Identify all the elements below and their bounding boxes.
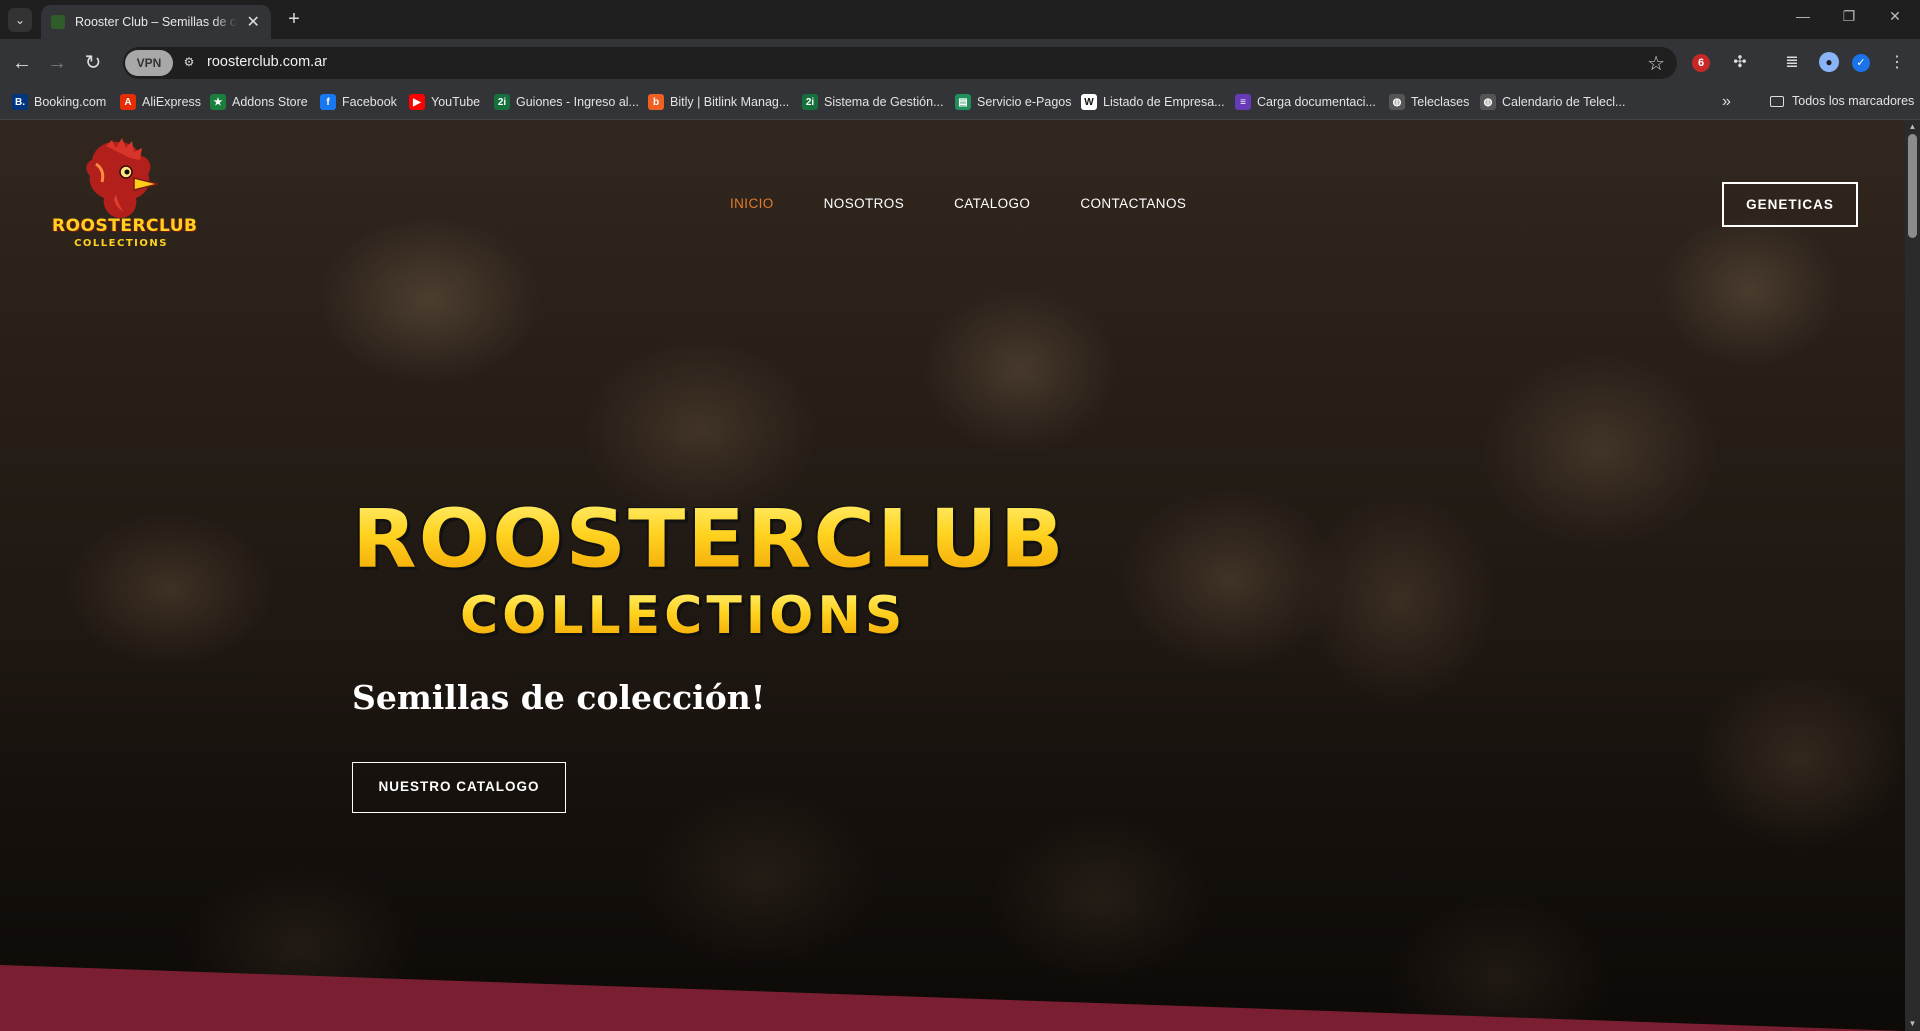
bookmarks-bar: B. Booking.com A AliExpress ★ Addons Store f Fa…: [0, 86, 1920, 120]
hero-logo-title: ROOSTERCLUB: [352, 492, 1066, 586]
section-divider-wedge: [0, 965, 1905, 1031]
menu-kebab-icon[interactable]: ⋮: [1886, 52, 1908, 74]
bookmark-1[interactable]: B. Booking.com: [12, 94, 106, 110]
bookmark-star-icon[interactable]: ☆: [1647, 51, 1665, 76]
bookmark-label: Teleclases: [1411, 95, 1470, 109]
extension-badge-icon[interactable]: 6: [1692, 54, 1710, 72]
extensions-icon[interactable]: ✣: [1729, 52, 1751, 74]
page-viewport: ROOSTERCLUB COLLECTIONS INICIO NOSOTROS …: [0, 120, 1905, 1031]
folder-icon: [1770, 95, 1784, 107]
bookmark-3[interactable]: ★ Addons Store: [210, 94, 308, 110]
back-button[interactable]: ←: [9, 50, 35, 76]
reload-button[interactable]: ↻: [80, 50, 106, 76]
hero-logo-subtitle: COLLECTIONS: [460, 586, 907, 646]
addons-store-icon: ★: [210, 94, 226, 110]
bookmark-5[interactable]: ▶ YouTube: [409, 94, 480, 110]
scroll-down-arrow-icon[interactable]: ▼: [1907, 1019, 1918, 1029]
bookmark-4[interactable]: f Facebook: [320, 94, 397, 110]
vpn-badge[interactable]: VPN: [125, 50, 173, 76]
all-bookmarks-label: Todos los marcadores: [1792, 94, 1915, 108]
aliexpress-icon: A: [120, 94, 136, 110]
bookmark-7[interactable]: b Bitly | Bitlink Manag...: [648, 94, 789, 110]
bitly-icon: b: [648, 94, 664, 110]
bookmark-label: Sistema de Gestión...: [824, 95, 944, 109]
bookmark-label: Booking.com: [34, 95, 107, 109]
booking-icon: B.: [12, 94, 28, 110]
bookmark-label: Listado de Empresa...: [1103, 95, 1225, 109]
profile-avatar-icon[interactable]: ●: [1819, 52, 1839, 72]
close-window-button[interactable]: ✕: [1872, 8, 1918, 25]
hero-tagline: Semillas de colección!: [352, 678, 766, 717]
tab-strip: ⌄ Rooster Club – Semillas de colección ✕…: [0, 0, 1920, 39]
restore-button[interactable]: ❐: [1826, 8, 1872, 25]
nuestro-catalogo-button[interactable]: NUESTRO CATALOGO: [352, 762, 566, 813]
new-tab-button[interactable]: +: [283, 8, 305, 30]
nav-link-inicio[interactable]: INICIO: [730, 196, 774, 211]
nav-link-contactanos[interactable]: CONTACTANOS: [1080, 196, 1186, 211]
page-scrollbar[interactable]: ▲ ▼: [1905, 120, 1920, 1031]
scrollbar-thumb[interactable]: [1908, 134, 1917, 238]
guiones-icon: 2i: [494, 94, 510, 110]
nav-link-nosotros[interactable]: NOSOTROS: [824, 196, 904, 211]
bookmark-label: Addons Store: [232, 95, 308, 109]
forms-icon: ≡: [1235, 94, 1251, 110]
bookmark-label: Guiones - Ingreso al...: [516, 95, 639, 109]
browser-toolbar: ← → ↻ VPN ⚙ roosterclub.com.ar ☆ 6 ✣ ≣ ●…: [0, 39, 1920, 86]
minimize-button[interactable]: —: [1780, 8, 1826, 24]
tab-search-button[interactable]: ⌄: [8, 8, 32, 32]
bookmark-12[interactable]: ◍ Teleclases: [1389, 94, 1469, 110]
close-tab-icon[interactable]: ✕: [246, 12, 261, 32]
bookmark-label: AliExpress: [142, 95, 202, 109]
active-tab[interactable]: Rooster Club – Semillas de colección ✕: [41, 5, 271, 39]
media-control-icon[interactable]: ≣: [1781, 52, 1803, 74]
globe-icon: ◍: [1389, 94, 1405, 110]
hero-logo: ROOSTERCLUB COLLECTIONS: [352, 490, 1064, 660]
rooster-logo-icon: [86, 138, 159, 218]
bookmark-label: Bitly | Bitlink Manag...: [670, 95, 790, 109]
site-info-icon[interactable]: ⚙: [181, 55, 197, 71]
bookmark-13[interactable]: ◍ Calendario de Telecl...: [1480, 94, 1625, 110]
bookmark-label: Facebook: [342, 95, 397, 109]
youtube-icon: ▶: [409, 94, 425, 110]
bookmark-11[interactable]: ≡ Carga documentaci...: [1235, 94, 1376, 110]
forward-button[interactable]: →: [44, 50, 70, 76]
site-logo[interactable]: ROOSTERCLUB COLLECTIONS: [52, 138, 198, 258]
globe-icon: ◍: [1480, 94, 1496, 110]
site-navigation: INICIO NOSOTROS CATALOGO CONTACTANOS: [730, 196, 1236, 211]
url-text[interactable]: roosterclub.com.ar: [207, 54, 327, 70]
bookmark-2[interactable]: A AliExpress: [120, 94, 201, 110]
bookmark-label: YouTube: [431, 95, 481, 109]
site-favicon-icon: [51, 15, 65, 29]
wix-icon: W: [1081, 94, 1097, 110]
bookmark-label: Calendario de Telecl...: [1502, 95, 1626, 109]
epagos-icon: ▤: [955, 94, 971, 110]
verified-extension-icon[interactable]: ✓: [1852, 54, 1870, 72]
bookmark-9[interactable]: ▤ Servicio e-Pagos: [955, 94, 1072, 110]
more-bookmarks-chevron-icon[interactable]: »: [1722, 93, 1731, 111]
sistema-gestion-icon: 2i: [802, 94, 818, 110]
scroll-up-arrow-icon[interactable]: ▲: [1907, 122, 1918, 132]
logo-wordmark: ROOSTERCLUB: [52, 216, 198, 236]
tab-title: Rooster Club – Semillas de colección: [75, 15, 238, 29]
bookmark-10[interactable]: W Listado de Empresa...: [1081, 94, 1225, 110]
address-bar[interactable]: VPN ⚙ roosterclub.com.ar ☆: [123, 47, 1677, 79]
bookmark-8[interactable]: 2i Sistema de Gestión...: [802, 94, 944, 110]
logo-subtitle: COLLECTIONS: [74, 238, 168, 249]
bookmark-label: Carga documentaci...: [1257, 95, 1376, 109]
bookmark-label: Servicio e-Pagos: [977, 95, 1072, 109]
geneticas-button[interactable]: GENETICAS: [1722, 182, 1858, 227]
nav-link-catalogo[interactable]: CATALOGO: [954, 196, 1030, 211]
facebook-icon: f: [320, 94, 336, 110]
all-bookmarks-folder[interactable]: Todos los marcadores: [1770, 94, 1914, 108]
bookmark-6[interactable]: 2i Guiones - Ingreso al...: [494, 94, 639, 110]
